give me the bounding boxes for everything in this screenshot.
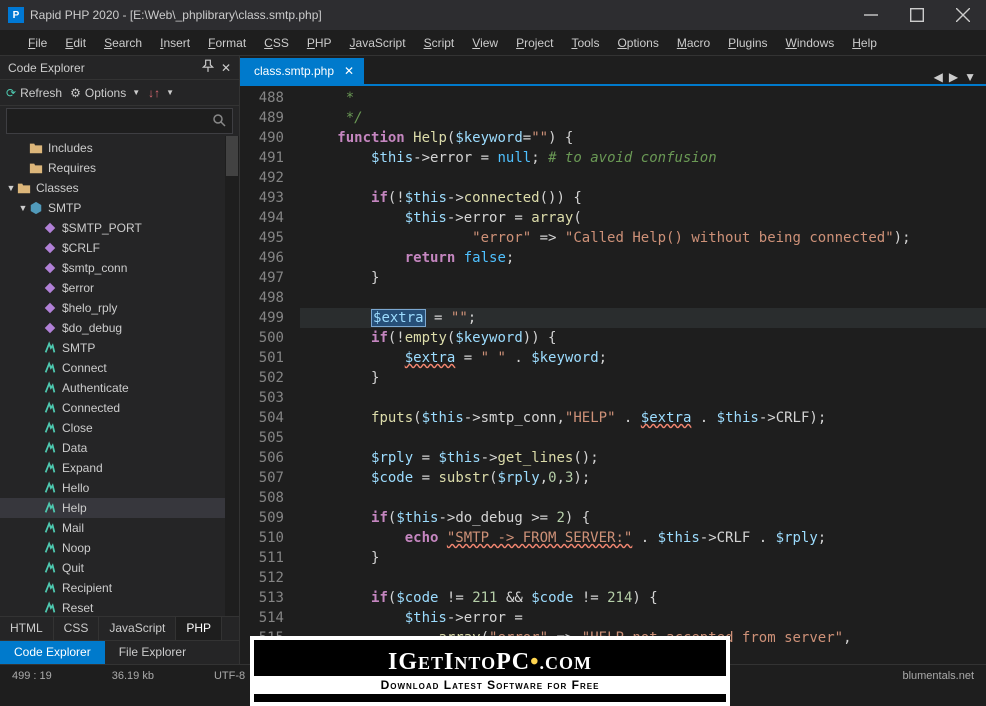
tree-method-hello[interactable]: Hello <box>0 478 239 498</box>
tree-method-connected[interactable]: Connected <box>0 398 239 418</box>
gutter: 4884894904914924934944954964974984995005… <box>240 86 300 664</box>
chevron-down-icon: ▼ <box>166 88 174 97</box>
scrollbar-thumb[interactable] <box>226 136 238 176</box>
menu-plugins[interactable]: Plugins <box>720 32 775 54</box>
refresh-icon: ⟳ <box>6 86 16 100</box>
menu-edit[interactable]: Edit <box>57 32 94 54</box>
menu-tools[interactable]: Tools <box>563 32 607 54</box>
close-button[interactable] <box>940 0 986 30</box>
tree-classes[interactable]: ▼Classes <box>0 178 239 198</box>
panel-title: Code Explorer <box>8 61 195 75</box>
watermark-subtitle: Download Latest Software for Free <box>254 676 726 694</box>
tree-method-smtp[interactable]: SMTP <box>0 338 239 358</box>
editor-tab-bar: class.smtp.php ✕ ◀ ▶ ▼ <box>240 56 986 86</box>
tree-method-mail[interactable]: Mail <box>0 518 239 538</box>
code-tree: IncludesRequires▼Classes▼SMTP$SMTP_PORT$… <box>0 136 239 616</box>
minimize-button[interactable] <box>848 0 894 30</box>
search-box[interactable] <box>6 108 233 134</box>
menu-view[interactable]: View <box>464 32 506 54</box>
refresh-button[interactable]: ⟳Refresh <box>6 86 62 100</box>
cursor-position: 499 : 19 <box>12 670 52 682</box>
panel-toolbar: ⟳Refresh ⚙Options▼ ↓↑ ▼ <box>0 80 239 106</box>
tree-class-smtp[interactable]: ▼SMTP <box>0 198 239 218</box>
prev-tab-icon[interactable]: ◀ <box>934 70 943 84</box>
code-area[interactable]: 4884894904914924934944954964974984995005… <box>240 86 986 664</box>
tree-prop[interactable]: $helo_rply <box>0 298 239 318</box>
tab-label: class.smtp.php <box>254 64 334 78</box>
menu-macro[interactable]: Macro <box>669 32 718 54</box>
editor: class.smtp.php ✕ ◀ ▶ ▼ 48848949049149249… <box>240 56 986 664</box>
pin-icon[interactable] <box>201 59 215 76</box>
tree-method-reset[interactable]: Reset <box>0 598 239 616</box>
window-title: Rapid PHP 2020 - [E:\Web\_phplibrary\cla… <box>30 8 848 22</box>
file-size: 36.19 kb <box>112 670 154 682</box>
code-content[interactable]: * */ function Help($keyword="") { $this-… <box>300 86 986 664</box>
explorer-tabs: Code ExplorerFile Explorer <box>0 640 239 664</box>
search-icon <box>212 113 226 130</box>
sort-button[interactable]: ↓↑ ▼ <box>148 86 174 100</box>
menu-css[interactable]: CSS <box>256 32 297 54</box>
tree-prop[interactable]: $CRLF <box>0 238 239 258</box>
tree-method-authenticate[interactable]: Authenticate <box>0 378 239 398</box>
tree-method-help[interactable]: Help <box>0 498 239 518</box>
tree-method-expand[interactable]: Expand <box>0 458 239 478</box>
tree-method-noop[interactable]: Noop <box>0 538 239 558</box>
sidebar: Code Explorer ✕ ⟳Refresh ⚙Options▼ ↓↑ ▼ I… <box>0 56 240 664</box>
tree-prop[interactable]: $do_debug <box>0 318 239 338</box>
gear-icon: ⚙ <box>70 86 81 100</box>
lang-tab-javascript[interactable]: JavaScript <box>99 617 176 640</box>
editor-tab[interactable]: class.smtp.php ✕ <box>240 58 364 84</box>
menu-format[interactable]: Format <box>200 32 254 54</box>
encoding: UTF-8 <box>214 670 245 682</box>
app-logo: P <box>8 7 24 23</box>
next-tab-icon[interactable]: ▶ <box>949 70 958 84</box>
scrollbar[interactable] <box>225 136 239 616</box>
tree-prop[interactable]: $smtp_conn <box>0 258 239 278</box>
tree-prop[interactable]: $error <box>0 278 239 298</box>
maximize-button[interactable] <box>894 0 940 30</box>
menu-help[interactable]: Help <box>844 32 885 54</box>
menu-windows[interactable]: Windows <box>778 32 843 54</box>
title-bar: P Rapid PHP 2020 - [E:\Web\_phplibrary\c… <box>0 0 986 30</box>
menu-project[interactable]: Project <box>508 32 561 54</box>
language-tabs: HTMLCSSJavaScriptPHP <box>0 616 239 640</box>
tree-method-close[interactable]: Close <box>0 418 239 438</box>
close-tab-icon[interactable]: ✕ <box>342 64 356 78</box>
menu-bar: FileEditSearchInsertFormatCSSPHPJavaScri… <box>0 30 986 56</box>
lang-tab-css[interactable]: CSS <box>54 617 100 640</box>
tree-method-recipient[interactable]: Recipient <box>0 578 239 598</box>
tree-method-quit[interactable]: Quit <box>0 558 239 578</box>
lang-tab-html[interactable]: HTML <box>0 617 54 640</box>
chevron-down-icon: ▼ <box>132 88 140 97</box>
panel-header: Code Explorer ✕ <box>0 56 239 80</box>
tree-method-data[interactable]: Data <box>0 438 239 458</box>
lang-tab-php[interactable]: PHP <box>176 617 222 640</box>
sort-icon: ↓↑ <box>148 86 160 100</box>
watermark-title: IGETINTOPC•.COM <box>388 649 592 676</box>
menu-javascript[interactable]: JavaScript <box>342 32 414 54</box>
tree-requires[interactable]: Requires <box>0 158 239 178</box>
menu-script[interactable]: Script <box>416 32 463 54</box>
menu-file[interactable]: File <box>20 32 55 54</box>
tree-method-connect[interactable]: Connect <box>0 358 239 378</box>
tab-nav: ◀ ▶ ▼ <box>934 70 986 84</box>
tab-menu-icon[interactable]: ▼ <box>964 70 976 84</box>
tree-prop[interactable]: $SMTP_PORT <box>0 218 239 238</box>
menu-php[interactable]: PHP <box>299 32 340 54</box>
vendor-link[interactable]: blumentals.net <box>902 670 974 682</box>
explorer-tab-1[interactable]: File Explorer <box>105 641 200 664</box>
close-panel-icon[interactable]: ✕ <box>221 61 231 75</box>
menu-options[interactable]: Options <box>609 32 666 54</box>
options-button[interactable]: ⚙Options▼ <box>70 86 140 100</box>
tree-includes[interactable]: Includes <box>0 138 239 158</box>
menu-search[interactable]: Search <box>96 32 150 54</box>
menu-insert[interactable]: Insert <box>152 32 198 54</box>
explorer-tab-0[interactable]: Code Explorer <box>0 641 105 664</box>
watermark-overlay: IGETINTOPC•.COM Download Latest Software… <box>250 636 730 706</box>
search-input[interactable] <box>13 114 212 128</box>
